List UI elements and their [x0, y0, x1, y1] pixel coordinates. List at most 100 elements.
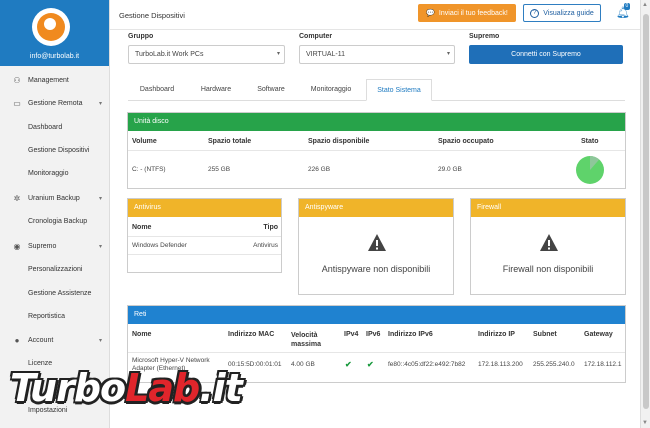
tab-dashboard[interactable]: Dashboard	[128, 79, 186, 101]
scroll-down-arrow-icon[interactable]: ▼	[642, 420, 648, 426]
column-header: Subnet	[533, 331, 557, 338]
tab-software[interactable]: Software	[246, 79, 296, 101]
column-header: Indirizzo IPv6	[388, 331, 433, 338]
divider	[128, 236, 281, 237]
feedback-button[interactable]: 💬 Inviaci il tuo feedback!	[418, 4, 516, 22]
firewall-message: Firewall non disponibili	[502, 264, 594, 274]
disk-total: 255 GB	[208, 166, 231, 173]
sidebar-item-supremo[interactable]: ◉ Supremo ▾	[0, 237, 110, 255]
antivirus-type: Antivirus	[253, 242, 278, 249]
sidebar-item-label: Supremo	[28, 242, 57, 250]
disk-free: 226 GB	[308, 166, 331, 173]
sidebar-item-label: Account	[28, 336, 54, 344]
notification-badge: 0	[624, 3, 630, 10]
computer-select-value: VIRTUAL-11	[306, 51, 346, 58]
group-label: Gruppo	[128, 33, 154, 40]
network-subnet: 255.255.240.0	[533, 361, 575, 368]
app-window: info@turbolab.it ⚇ Management ▭ Gestione…	[0, 0, 650, 428]
network-gateway: 172.18.112.1	[584, 361, 622, 368]
sidebar-item-label: Uranium Backup	[28, 194, 80, 202]
page-title: Gestione Dispositivi	[119, 11, 185, 20]
sidebar-subitem-personalizzazioni[interactable]: Personalizzazioni	[28, 266, 82, 273]
sidebar-item-gestione-remota[interactable]: ▭ Gestione Remota ▾	[0, 94, 110, 112]
antivirus-panel-title: Antivirus	[128, 199, 281, 217]
turbolab-watermark: TurboLab.it	[10, 366, 243, 410]
disk-volume: C: - (NTFS)	[132, 166, 166, 173]
column-header: Nome	[132, 331, 152, 338]
column-header: IPv6	[366, 331, 381, 338]
antivirus-name: Windows Defender	[132, 242, 187, 249]
network-speed: 4.00 GB	[291, 361, 315, 368]
backup-icon: ✲	[13, 193, 21, 203]
sidebar-item-management[interactable]: ⚇ Management	[0, 71, 110, 89]
sidebar: info@turbolab.it ⚇ Management ▭ Gestione…	[0, 0, 110, 428]
chevron-down-icon: ▾	[98, 100, 102, 107]
top-bar: Gestione Dispositivi 💬 Inviaci il tuo fe…	[110, 0, 640, 30]
chevron-down-icon: ▾	[98, 337, 102, 344]
sidebar-subitem-dashboard[interactable]: Dashboard	[28, 124, 62, 131]
network-ip-address: 172.18.113.200	[478, 361, 523, 368]
tab-monitoraggio[interactable]: Monitoraggio	[296, 79, 366, 101]
group-select[interactable]: TurboLab.it Work PCs ▾	[128, 45, 285, 64]
antivirus-panel: Antivirus Nome Tipo Windows Defender Ant…	[127, 198, 282, 273]
brand-header: info@turbolab.it	[0, 0, 109, 66]
sitemap-icon: ⚇	[13, 75, 21, 85]
account-email: info@turbolab.it	[29, 53, 80, 60]
sidebar-item-account[interactable]: ● Account ▾	[0, 331, 110, 349]
chevron-down-icon: ▾	[276, 51, 280, 57]
chevron-down-icon: ▾	[98, 243, 102, 250]
column-header: Spazio totale	[208, 138, 252, 145]
group-select-value: TurboLab.it Work PCs	[135, 51, 204, 58]
guide-button[interactable]: ? Visualizza guide	[523, 4, 601, 22]
user-icon: ●	[14, 335, 20, 345]
sidebar-subitem-gestione-dispositivi[interactable]: Gestione Dispositivi	[28, 147, 89, 154]
disks-panel: Unità disco Volume Spazio totale Spazio …	[127, 112, 626, 189]
antispyware-panel: Antispyware Antispyware non disponibili	[298, 198, 454, 295]
network-ipv6-address: fe80::4c05:df22:e492:7b82	[388, 361, 466, 368]
chevron-down-icon: ▾	[98, 195, 102, 202]
scrollbar-thumb[interactable]	[643, 14, 649, 409]
sidebar-subitem-monitoraggio[interactable]: Monitoraggio	[28, 170, 68, 177]
chat-icon: 💬	[426, 10, 435, 17]
column-header: Stato	[581, 138, 599, 145]
computer-label: Computer	[299, 33, 333, 40]
firewall-panel: Firewall Firewall non disponibili	[470, 198, 626, 295]
guide-button-label: Visualizza guide	[543, 9, 594, 17]
page-scrollbar[interactable]: ▲ ▼	[640, 0, 650, 428]
feedback-button-label: Inviaci il tuo feedback!	[438, 9, 508, 17]
antispyware-message: Antispyware non disponibili	[321, 264, 431, 274]
column-header: IPv4	[344, 331, 359, 338]
column-header: Velocità massima	[291, 332, 321, 348]
sidebar-subitem-cronologia-backup[interactable]: Cronologia Backup	[28, 218, 87, 225]
disk-used: 29.0 GB	[438, 166, 462, 173]
tab-hardware[interactable]: Hardware	[186, 79, 246, 101]
column-header: Spazio disponibile	[308, 138, 370, 145]
sidebar-subitem-gestione-assistenze[interactable]: Gestione Assistenze	[28, 290, 91, 297]
firewall-panel-title: Firewall	[471, 199, 625, 217]
divider	[128, 352, 625, 353]
disk-usage-pie	[576, 156, 604, 184]
column-header: Indirizzo MAC	[228, 331, 275, 338]
connect-supremo-button[interactable]: Connetti con Supremo	[469, 45, 623, 64]
column-header: Tipo	[263, 224, 278, 231]
tab-bar: Dashboard Hardware Software Monitoraggio…	[128, 79, 625, 101]
notifications-button[interactable]: 🔔︎ 0	[616, 3, 630, 20]
ipv4-check-icon: ✔	[345, 360, 352, 369]
column-header: Nome	[132, 224, 152, 231]
column-header: Spazio occupato	[438, 138, 494, 145]
antispyware-panel-title: Antispyware	[299, 199, 453, 217]
divider	[128, 150, 625, 151]
sidebar-subitem-reportistica[interactable]: Reportistica	[28, 313, 65, 320]
turbolab-logo	[32, 8, 70, 46]
supremo-icon: ◉	[13, 241, 21, 251]
disks-panel-title: Unità disco	[128, 113, 625, 131]
computer-select[interactable]: VIRTUAL-11 ▾	[299, 45, 455, 64]
sidebar-item-uranium-backup[interactable]: ✲ Uranium Backup ▾	[0, 189, 110, 207]
warning-icon	[540, 234, 558, 251]
monitor-icon: ▭	[13, 98, 21, 108]
warning-icon	[368, 234, 386, 251]
chevron-down-icon: ▾	[446, 51, 450, 57]
scroll-up-arrow-icon[interactable]: ▲	[642, 2, 648, 8]
divider	[128, 254, 281, 255]
tab-stato-sistema[interactable]: Stato Sistema	[366, 79, 432, 101]
